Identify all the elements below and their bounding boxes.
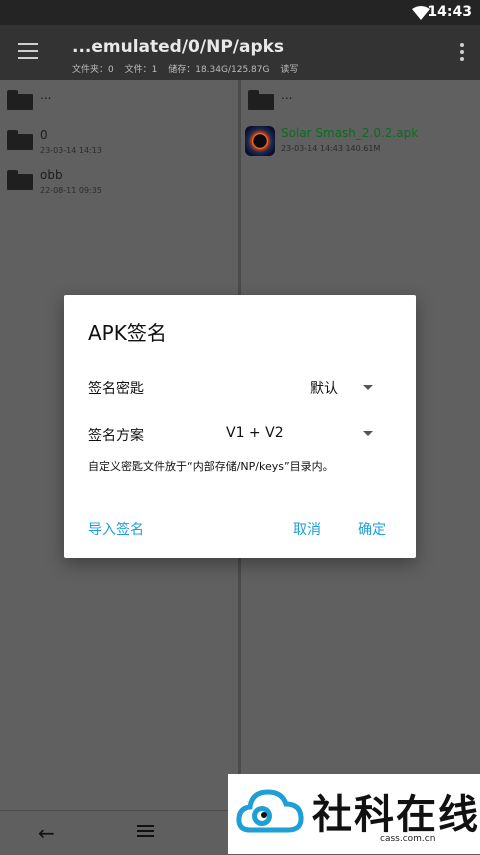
folder-icon — [7, 170, 33, 190]
list-item[interactable]: 0 23-03-14 14:13 — [0, 126, 238, 166]
confirm-button[interactable]: 确定 — [358, 519, 386, 539]
key-location-hint: 自定义密匙文件放于“内部存储/NP/keys”目录内。 — [88, 460, 334, 473]
chevron-down-icon[interactable] — [363, 385, 373, 390]
list-item-apk[interactable]: Solar Smash_2.0.2.apk 23-03-14 14:43 140… — [241, 122, 480, 162]
status-time: 14:43 — [427, 4, 472, 20]
list-item-parent[interactable]: ... — [241, 86, 480, 126]
apk-file-name: Solar Smash_2.0.2.apk — [281, 126, 419, 140]
signing-key-select[interactable]: 默认 — [310, 378, 338, 398]
list-view-icon[interactable] — [137, 825, 154, 839]
watermark-brand: 社科在线 — [312, 792, 480, 838]
apk-app-icon — [245, 126, 275, 156]
current-path: ...emulated/0/NP/apks — [72, 37, 285, 57]
storage-usage: 储存：18.34G/125.87G — [168, 65, 270, 75]
watermark: 社科在线 cass.com.cn — [228, 774, 480, 854]
entry-name: obb — [40, 168, 63, 182]
cloud-logo-icon — [236, 789, 304, 833]
apk-sign-dialog: APK签名 签名密匙 默认 签名方案 V1 + V2 自定义密匙文件放于“内部存… — [64, 295, 416, 558]
folder-icon — [7, 130, 33, 150]
status-bar: 14:43 — [0, 0, 480, 25]
signing-scheme-label: 签名方案 — [88, 428, 144, 444]
cancel-button[interactable]: 取消 — [293, 519, 321, 539]
entry-name: ... — [281, 88, 293, 102]
more-options-icon[interactable] — [460, 43, 464, 63]
signing-scheme-select[interactable]: V1 + V2 — [226, 425, 284, 441]
entry-name: 0 — [40, 128, 48, 142]
list-item-parent[interactable]: ... — [0, 86, 238, 126]
signing-key-label: 签名密匙 — [88, 381, 144, 397]
entry-name: ... — [40, 88, 52, 102]
menu-icon[interactable] — [18, 43, 38, 59]
import-signature-button[interactable]: 导入签名 — [88, 519, 144, 539]
folder-icon — [7, 90, 33, 110]
entry-date: 22-08-11 09:35 — [40, 186, 102, 195]
list-item[interactable]: obb 22-08-11 09:35 — [0, 166, 238, 206]
folder-icon — [248, 90, 274, 110]
watermark-url: cass.com.cn — [380, 834, 436, 844]
storage-stats: 文件夹：0 文件：1 储存：18.34G/125.87G 读写 — [72, 62, 306, 75]
folder-count: 文件夹：0 — [72, 65, 114, 75]
back-arrow-icon[interactable]: ← — [38, 823, 55, 843]
entry-date: 23-03-14 14:13 — [40, 146, 102, 155]
dialog-title: APK签名 — [88, 321, 167, 345]
chevron-down-icon[interactable] — [363, 431, 373, 436]
apk-file-meta: 23-03-14 14:43 140.61M — [281, 144, 381, 153]
file-count: 文件：1 — [124, 65, 158, 75]
access-mode: 读写 — [280, 65, 299, 75]
app-bar: ...emulated/0/NP/apks 文件夹：0 文件：1 储存：18.3… — [0, 25, 480, 80]
